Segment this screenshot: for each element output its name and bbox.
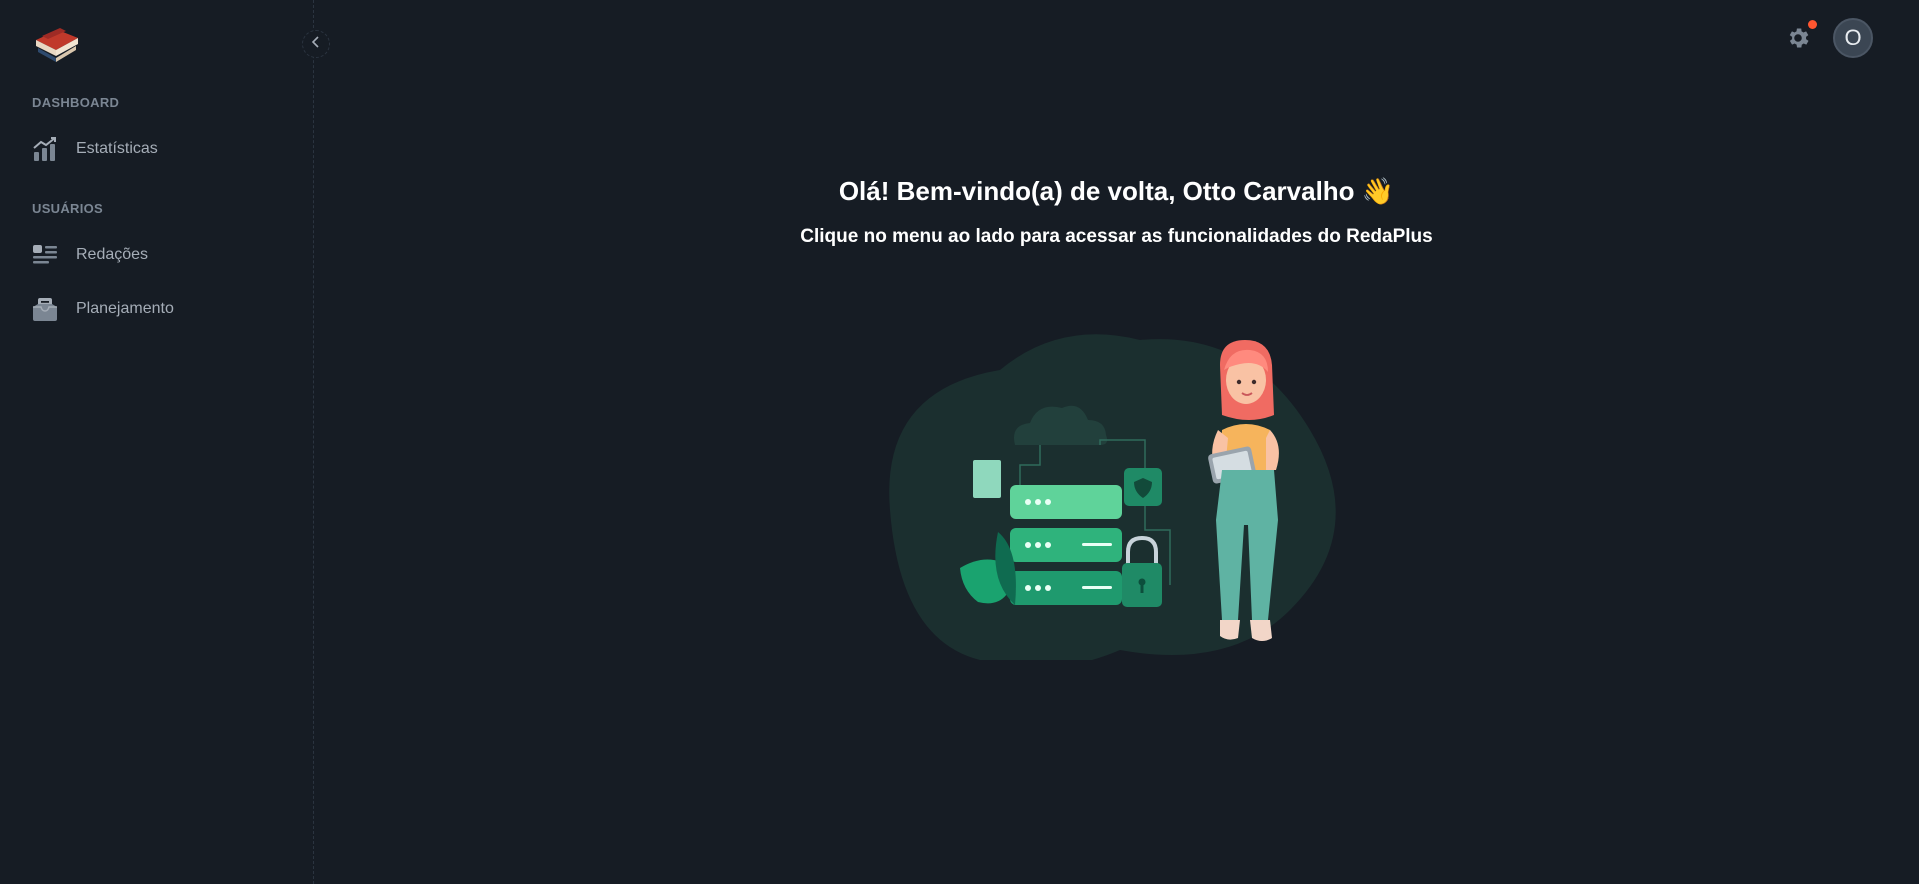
inbox-icon [32, 296, 58, 322]
sidebar-item-label: Estatísticas [76, 140, 158, 157]
app-logo[interactable] [32, 18, 80, 66]
sidebar-item-estatisticas[interactable]: Estatísticas [16, 125, 298, 173]
document-list-icon [32, 242, 58, 268]
section-title-usuarios: USUÁRIOS [32, 201, 104, 216]
sidebar-item-label: Redações [76, 246, 149, 263]
gear-icon [1785, 28, 1811, 55]
chevron-left-icon [311, 35, 321, 53]
sidebar-item-redacoes[interactable]: Redações [16, 231, 298, 279]
page-title: Olá! Bem-vindo(a) de volta, Otto Carvalh… [838, 176, 1395, 206]
sidebar-item-label: Planejamento [76, 300, 174, 317]
sidebar-item-planejamento[interactable]: Planejamento [16, 285, 298, 333]
welcome-illustration [870, 320, 1360, 668]
chart-icon [32, 136, 58, 162]
sidebar: DASHBOARD Estatísticas USUÁRIOS Redações [0, 0, 314, 884]
collapse-sidebar-button[interactable] [302, 30, 330, 58]
section-title-dashboard: DASHBOARD [32, 95, 120, 110]
avatar[interactable]: O [1833, 18, 1873, 58]
notification-dot [1808, 20, 1817, 29]
page-subtitle: Clique no menu ao lado para acessar as f… [800, 226, 1433, 247]
settings-button[interactable] [1785, 25, 1811, 51]
